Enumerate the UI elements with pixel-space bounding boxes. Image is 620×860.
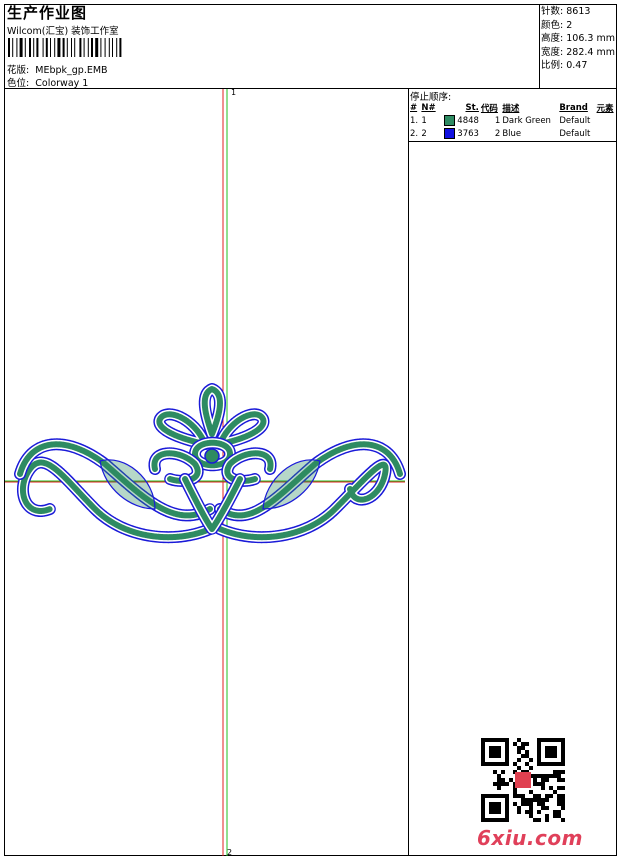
embroidery-design: [5, 89, 406, 856]
stat-colors: 颜色: 2: [541, 19, 573, 31]
col-stitches: St.: [465, 102, 479, 113]
axis-label-bottom: 2: [227, 848, 233, 857]
flower-center: [204, 448, 220, 464]
col-element: 元素: [596, 103, 614, 114]
thread-table: # N# St. 代码 描述 Brand 元素 1. 1 4848 1 Dark…: [409, 101, 617, 140]
leaf-left: [99, 459, 156, 510]
thread-table-header: # N# St. 代码 描述 Brand 元素: [409, 101, 617, 114]
qr-code-icon: [481, 738, 565, 822]
stat-scale: 比例: 0.47: [541, 60, 588, 72]
axis-label-top: 1: [231, 88, 237, 97]
col-desc: 描述: [502, 103, 520, 114]
col-index: #: [410, 102, 418, 113]
col-code: 代码: [480, 103, 498, 114]
col-brand: Brand: [559, 102, 588, 113]
company-name: Wilcom(汇宝) 装饰工作室: [7, 26, 119, 37]
stats-divider: [539, 4, 540, 88]
design-file-row: 花版: MEbpk_gp.EMB: [7, 62, 108, 76]
stat-width: 宽度: 282.4 mm: [541, 46, 615, 58]
watermark-text: 6xiu.com: [477, 826, 583, 850]
page-title: 生产作业图: [7, 4, 88, 22]
table-row: 1. 1 4848 1 Dark Green Default: [410, 115, 591, 126]
barcode-icon: [8, 38, 122, 57]
color-swatch-1: [444, 115, 456, 126]
colorway-row: 色位: Colorway 1: [7, 75, 88, 89]
col-needle: N#: [421, 102, 436, 113]
stats-panel: 针数: 8613 颜色: 2 高度: 106.3 mm 宽度: 282.4 mm…: [541, 5, 615, 73]
table-divider: [408, 141, 617, 142]
panel-divider: [408, 88, 409, 856]
color-swatch-2: [444, 128, 456, 139]
stat-stitches: 针数: 8613: [541, 6, 591, 17]
stat-height: 高度: 106.3 mm: [541, 33, 615, 45]
table-row: 2. 2 3763 2 Blue Default: [410, 128, 591, 139]
